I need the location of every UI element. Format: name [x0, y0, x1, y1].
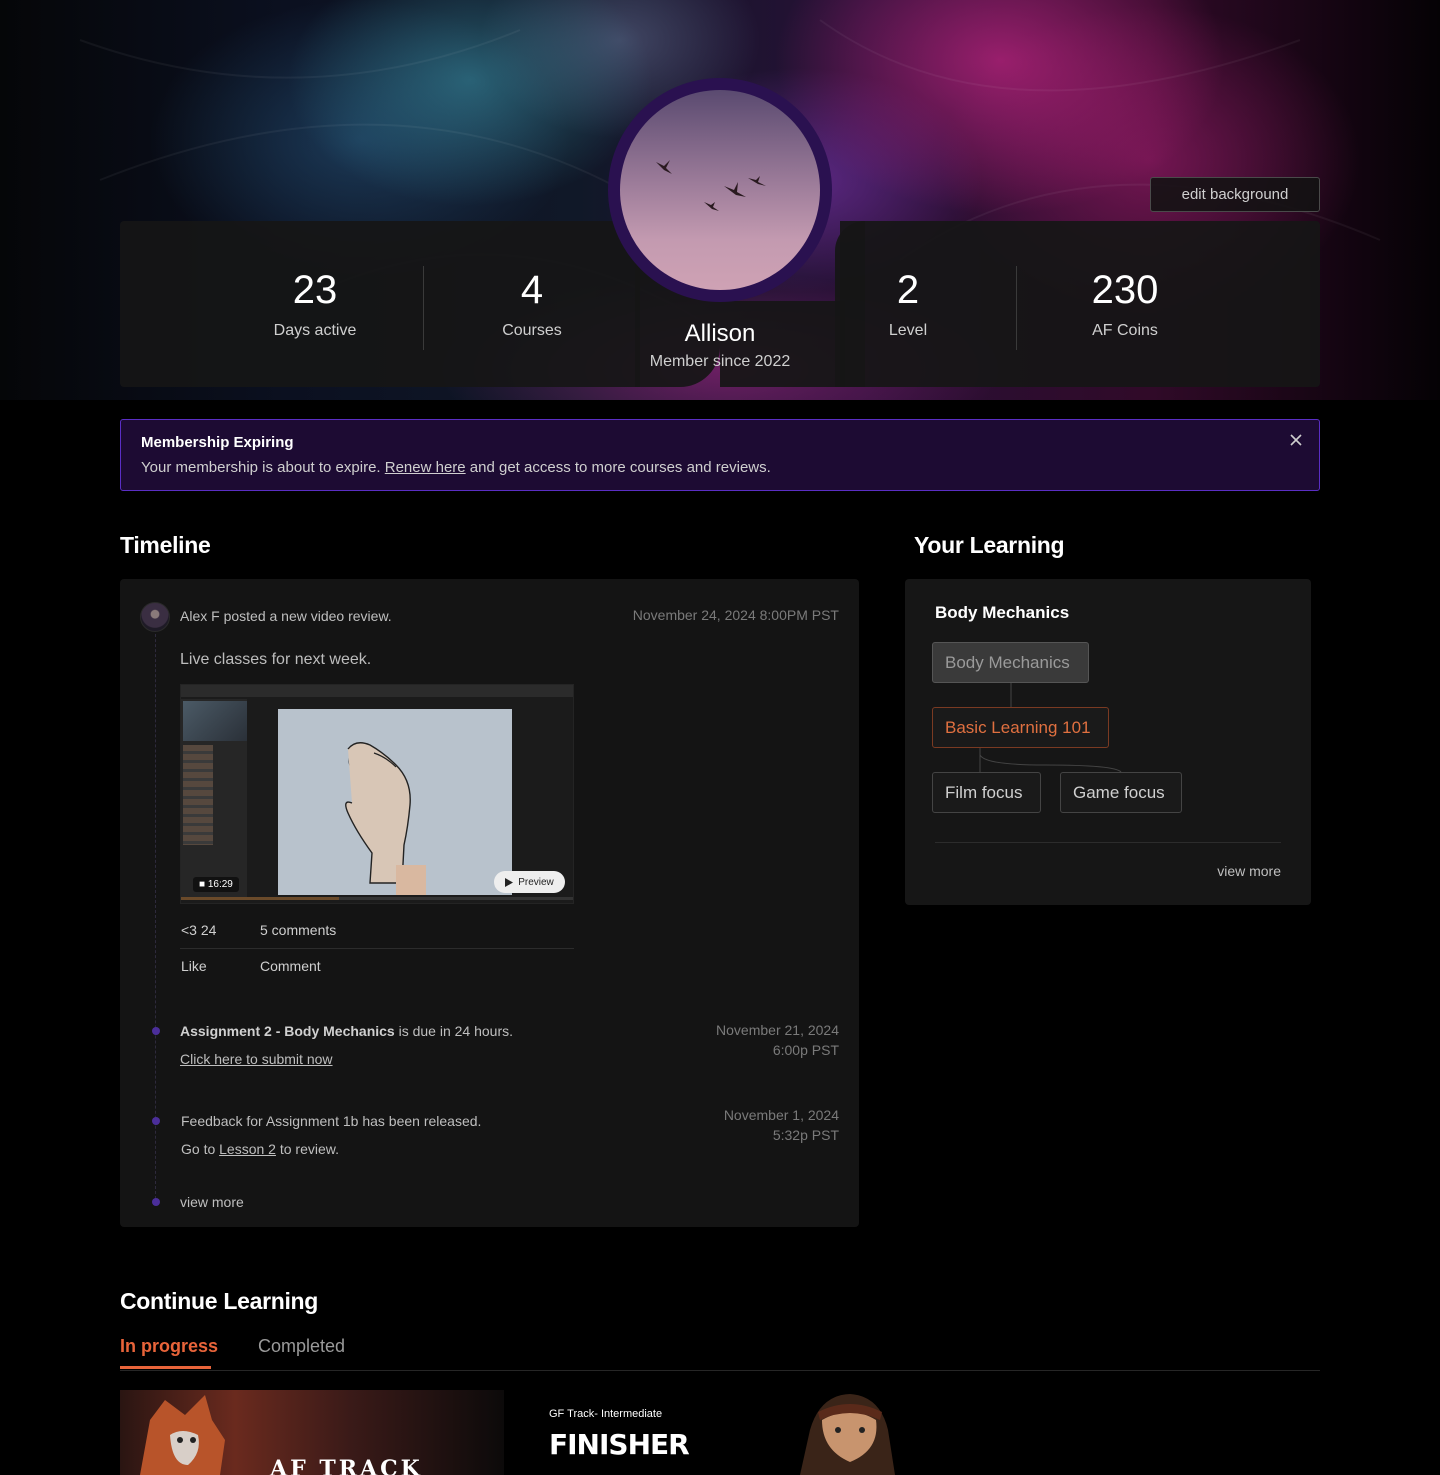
date-line: November 1, 2024	[723, 1107, 839, 1123]
preview-button[interactable]: Preview	[494, 871, 565, 893]
preview-label: Preview	[518, 876, 554, 888]
submit-link[interactable]: Click here to submit now	[180, 1051, 333, 1067]
camera-icon: ■	[199, 879, 208, 890]
your-learning-heading: Your Learning	[914, 532, 1065, 558]
thumbnail-strip	[183, 745, 213, 845]
renew-link[interactable]: Renew here	[385, 459, 466, 476]
stat-label: Days active	[273, 322, 357, 339]
learning-divider	[935, 842, 1281, 843]
video-toolbar	[181, 685, 573, 697]
alert-text: and get access to more courses and revie…	[465, 459, 771, 476]
tab-in-progress[interactable]: In progress	[120, 1336, 218, 1357]
post-title: Live classes for next week.	[180, 651, 372, 668]
play-icon	[505, 877, 514, 887]
like-button[interactable]: Like	[181, 958, 207, 974]
alert-title: Membership Expiring	[141, 434, 294, 451]
node-film-focus[interactable]: Film focus	[932, 772, 1041, 813]
alert-body: Your membership is about to expire. Rene…	[141, 459, 771, 476]
timeline-dot	[152, 1198, 160, 1206]
tabs-divider	[120, 1370, 1320, 1371]
post-author-line: Alex F posted a new video review.	[180, 608, 392, 624]
assignment-date: November 21, 2024 6:00p PST	[716, 1020, 839, 1060]
stat-days-active: 23 Days active	[215, 266, 415, 340]
stat-divider	[1016, 266, 1017, 350]
stat-value: 230	[1091, 268, 1159, 312]
birds-image	[656, 160, 766, 211]
post-date: November 24, 2024 8:00PM PST	[632, 607, 839, 623]
edit-background-button[interactable]: edit background	[1150, 177, 1320, 212]
course-card-subtitle: GF Track- Intermediate	[549, 1408, 663, 1420]
like-count: <3 24	[181, 922, 217, 938]
timeline-line	[155, 619, 156, 1199]
course-card-title: FINISHER	[549, 1428, 690, 1461]
stat-label: AF Coins	[1092, 322, 1158, 339]
stat-value: 2	[896, 268, 920, 312]
active-tab-indicator	[120, 1366, 211, 1369]
course-card-finisher[interactable]: GF Track- Intermediate FINISHER	[530, 1390, 910, 1475]
course-card-title: AF TRACK	[270, 1456, 423, 1475]
continue-learning-heading: Continue Learning	[120, 1288, 319, 1314]
avatar[interactable]	[620, 90, 820, 290]
timeline-heading: Timeline	[120, 532, 211, 558]
hand-drawing	[345, 742, 426, 895]
feedback-text: Feedback for Assignment 1b has been rele…	[181, 1113, 482, 1129]
feedback-text: to review.	[275, 1141, 339, 1157]
comment-button[interactable]: Comment	[260, 958, 321, 974]
submit-link-wrap: Click here to submit now	[180, 1051, 333, 1067]
course-card-af-track[interactable]: AF TRACK	[120, 1390, 504, 1475]
time-line: 5:32p PST	[772, 1127, 839, 1143]
alert-text: Your membership is about to expire.	[141, 459, 385, 476]
video-progress-fill	[181, 897, 339, 900]
date-line: November 21, 2024	[716, 1022, 839, 1038]
timeline-dot	[152, 1117, 160, 1125]
close-icon[interactable]	[1287, 431, 1305, 449]
assignment-due: is due in 24 hours.	[394, 1023, 514, 1039]
node-basic-learning[interactable]: Basic Learning 101	[932, 707, 1109, 748]
character-fox-image	[140, 1395, 225, 1475]
node-game-focus[interactable]: Game focus	[1060, 772, 1182, 813]
feedback-text: Go to	[181, 1141, 220, 1157]
membership-alert: Membership Expiring Your membership is a…	[120, 419, 1320, 491]
timeline-dot	[152, 1027, 160, 1035]
comment-count[interactable]: 5 comments	[260, 922, 336, 938]
feedback-lesson-line: Go to Lesson 2 to review.	[181, 1141, 339, 1157]
assignment-text: Assignment 2 - Body Mechanics is due in …	[180, 1023, 513, 1039]
time-line: 6:00p PST	[772, 1042, 839, 1058]
member-since: Member since 2022	[649, 353, 791, 370]
stat-divider	[423, 266, 424, 350]
timeline-panel: Alex F posted a new video review. Novemb…	[120, 579, 859, 1227]
lesson-link[interactable]: Lesson 2	[219, 1141, 276, 1157]
author-avatar[interactable]	[140, 602, 170, 632]
learning-panel: Body Mechanics Body Mechanics Basic Lear…	[905, 579, 1311, 905]
video-progress[interactable]	[181, 897, 573, 900]
video-duration: ■ 16:29	[193, 877, 239, 892]
node-body-mechanics[interactable]: Body Mechanics	[932, 642, 1089, 683]
video-viewport	[278, 709, 512, 895]
feedback-date: November 1, 2024 5:32p PST	[724, 1105, 839, 1145]
stat-af-coins: 230 AF Coins	[1025, 266, 1225, 340]
webcam-inset	[183, 701, 247, 741]
tab-completed[interactable]: Completed	[258, 1336, 345, 1357]
assignment-title: Assignment 2 - Body Mechanics	[180, 1023, 395, 1039]
post-divider	[180, 948, 574, 949]
duration-text: 16:29	[207, 879, 233, 890]
stat-value: 23	[292, 268, 338, 312]
user-name: Allison	[684, 320, 756, 347]
stat-value: 4	[520, 268, 544, 312]
learning-view-more[interactable]: view more	[1217, 863, 1281, 879]
character-hero-image	[800, 1394, 895, 1475]
video-thumbnail[interactable]: ■ 16:29 Preview	[180, 684, 574, 904]
timeline-view-more[interactable]: view more	[180, 1194, 244, 1210]
